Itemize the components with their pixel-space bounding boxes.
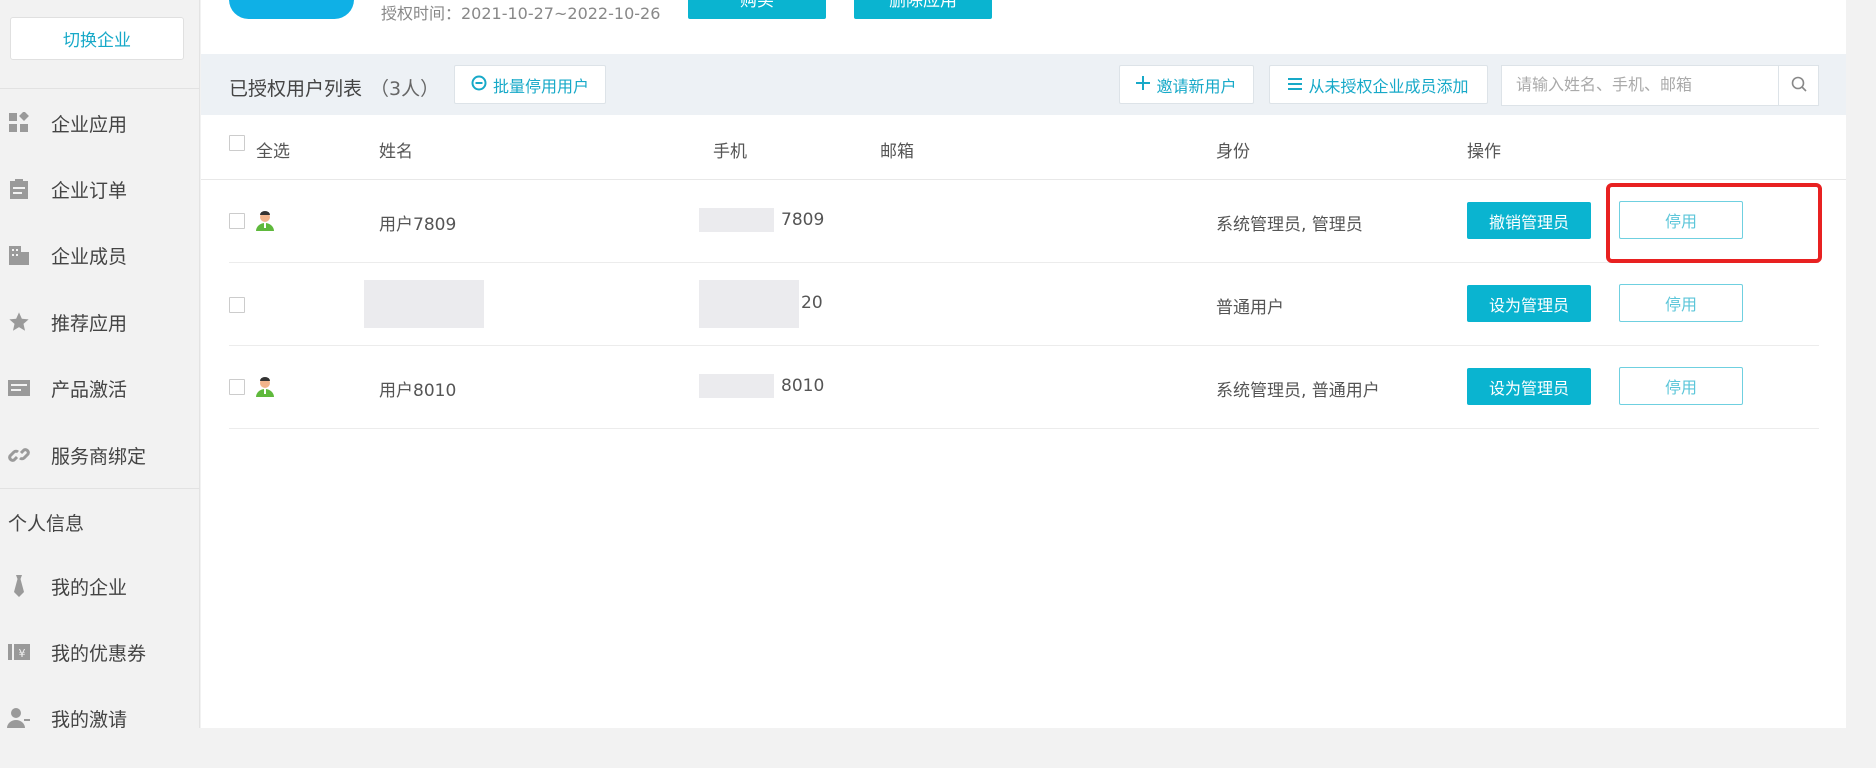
building-icon <box>7 243 31 267</box>
user-role: 系统管理员, 管理员 <box>1216 215 1363 235</box>
delete-app-button[interactable]: 删除应用 <box>854 0 992 19</box>
switch-enterprise-button[interactable]: 切换企业 <box>10 17 184 60</box>
name-redaction <box>364 280 484 328</box>
sidebar-item-enterprise-members[interactable]: 企业成员 <box>0 225 200 285</box>
user-name: 用户7809 <box>379 215 457 235</box>
select-all-checkbox[interactable] <box>229 135 245 151</box>
row-checkbox[interactable] <box>229 213 245 229</box>
header-phone: 手机 <box>713 142 747 162</box>
apps-grid-icon <box>7 111 31 135</box>
sidebar: 切换企业 企业应用 企业订单 企业成员 推荐应用 产品激活 服务商绑定 个人信息… <box>0 0 200 731</box>
header-name: 姓名 <box>379 142 413 162</box>
sidebar-item-label: 服务商绑定 <box>51 445 147 468</box>
plus-icon <box>1136 75 1151 94</box>
table-row: 用户7809 7809 系统管理员, 管理员 撤销管理员 停用 <box>229 180 1819 263</box>
sidebar-item-provider-binding[interactable]: 服务商绑定 <box>0 425 200 485</box>
sidebar-item-label: 我的企业 <box>51 576 128 599</box>
row-checkbox[interactable] <box>229 297 245 313</box>
sidebar-item-label: 产品激活 <box>51 378 128 401</box>
table-row: 20 普通用户 设为管理员 停用 <box>229 263 1819 346</box>
tie-icon <box>7 574 31 598</box>
phone-redaction <box>699 374 774 398</box>
user-phone: 7809 <box>781 210 825 230</box>
table-header: 全选 姓名 手机 邮箱 身份 操作 <box>201 115 1846 180</box>
disable-user-button[interactable]: 停用 <box>1619 367 1743 405</box>
batch-disable-button[interactable]: 批量停用用户 <box>454 65 606 104</box>
search-box <box>1501 65 1819 106</box>
user-role: 普通用户 <box>1216 298 1284 318</box>
sidebar-item-recommended-apps[interactable]: 推荐应用 <box>0 292 200 352</box>
clipboard-icon <box>7 177 31 201</box>
search-icon <box>1791 76 1807 96</box>
app-action-pill[interactable] <box>229 0 354 19</box>
sidebar-item-enterprise-orders[interactable]: 企业订单 <box>0 159 200 219</box>
batch-disable-label: 批量停用用户 <box>492 76 589 96</box>
invite-user-label: 邀请新用户 <box>1156 76 1237 96</box>
disable-user-button[interactable]: 停用 <box>1619 201 1743 239</box>
row-checkbox[interactable] <box>229 379 245 395</box>
header-email: 邮箱 <box>880 142 914 162</box>
coupon-icon: ¥ <box>7 640 31 664</box>
add-from-unauthorized-button[interactable]: 从未授权企业成员添加 <box>1269 65 1488 104</box>
invite-user-button[interactable]: 邀请新用户 <box>1119 65 1254 104</box>
sidebar-divider <box>0 488 200 489</box>
star-icon <box>7 310 31 334</box>
disable-user-button[interactable]: 停用 <box>1619 284 1743 322</box>
sidebar-item-label: 推荐应用 <box>51 312 128 335</box>
user-list-toolbar: 已授权用户列表 （3人） 批量停用用户 邀请新用户 从未授权企业成员添加 <box>201 54 1846 115</box>
user-list-title-text: 已授权用户列表 <box>229 78 363 100</box>
user-count: （3人） <box>370 78 440 100</box>
sidebar-item-product-activation[interactable]: 产品激活 <box>0 358 200 418</box>
sidebar-item-my-coupons[interactable]: ¥ 我的优惠券 <box>0 622 200 682</box>
main-panel: 授权时间：2021-10-27~2022-10-26 购买 删除应用 已授权用户… <box>201 0 1846 728</box>
user-name: 用户8010 <box>379 381 457 401</box>
table-row: 用户8010 8010 系统管理员, 普通用户 设为管理员 停用 <box>229 346 1819 429</box>
sidebar-item-label: 我的激请 <box>51 708 128 731</box>
phone-redaction <box>699 280 799 328</box>
search-button[interactable] <box>1778 66 1818 105</box>
sidebar-item-label: 企业应用 <box>51 113 128 136</box>
sidebar-item-label: 我的优惠券 <box>51 642 147 665</box>
sidebar-item-label: 企业订单 <box>51 179 128 202</box>
phone-redaction <box>699 208 774 232</box>
minus-circle-icon <box>471 75 487 95</box>
admin-user-icon <box>255 211 275 235</box>
header-actions: 操作 <box>1467 142 1501 162</box>
revoke-admin-button[interactable]: 撤销管理员 <box>1467 202 1591 239</box>
sidebar-divider <box>0 88 200 89</box>
buy-button[interactable]: 购买 <box>688 0 826 19</box>
personal-info-heading: 个人信息 <box>8 513 85 535</box>
admin-user-icon <box>255 377 275 401</box>
user-role: 系统管理员, 普通用户 <box>1216 381 1380 401</box>
link-icon <box>7 443 31 467</box>
header-role: 身份 <box>1216 142 1250 162</box>
authorization-time: 授权时间：2021-10-27~2022-10-26 <box>381 4 661 23</box>
card-icon <box>7 376 31 400</box>
sidebar-item-enterprise-apps[interactable]: 企业应用 <box>0 93 200 153</box>
sidebar-item-label: 企业成员 <box>51 245 128 268</box>
search-input[interactable] <box>1502 66 1778 105</box>
add-from-unauthorized-label: 从未授权企业成员添加 <box>1308 76 1469 96</box>
user-phone: 20 <box>801 293 823 313</box>
user-list-title: 已授权用户列表 （3人） <box>229 74 439 101</box>
sidebar-item-my-invites[interactable]: 我的激请 <box>0 688 200 748</box>
set-admin-button[interactable]: 设为管理员 <box>1467 285 1591 322</box>
sidebar-item-my-enterprise[interactable]: 我的企业 <box>0 556 200 616</box>
user-phone: 8010 <box>781 376 825 396</box>
header-select-all: 全选 <box>256 142 290 162</box>
user-invite-icon <box>7 706 31 730</box>
svg-text:¥: ¥ <box>19 647 26 660</box>
set-admin-button[interactable]: 设为管理员 <box>1467 368 1591 405</box>
app-info-strip: 授权时间：2021-10-27~2022-10-26 购买 删除应用 <box>201 0 1846 54</box>
list-icon <box>1288 75 1303 94</box>
